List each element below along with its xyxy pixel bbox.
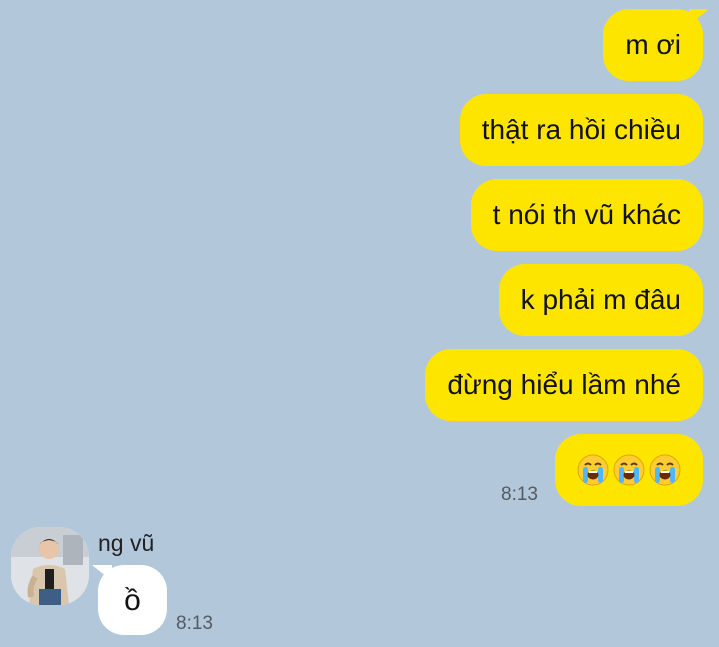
message-timestamp: 8:13: [501, 484, 538, 505]
outgoing-emoji-message[interactable]: [555, 434, 703, 506]
avatar-photo: [11, 527, 89, 605]
outgoing-message[interactable]: đừng hiểu lầm nhé: [425, 349, 703, 421]
message-timestamp: 8:13: [176, 613, 213, 634]
emoji-row: [577, 434, 681, 506]
loudly-crying-face-icon: [613, 454, 645, 486]
avatar[interactable]: [11, 527, 89, 605]
outgoing-message[interactable]: thật ra hồi chiều: [459, 94, 703, 166]
loudly-crying-face-icon: [577, 454, 609, 486]
incoming-message[interactable]: ồ: [98, 565, 167, 635]
sender-name: ng vũ: [98, 530, 155, 556]
outgoing-message[interactable]: m ơi: [603, 9, 703, 81]
chat-area: m ơi thật ra hồi chiều t nói th vũ khác …: [0, 0, 719, 647]
loudly-crying-face-icon: [649, 454, 681, 486]
outgoing-message[interactable]: t nói th vũ khác: [470, 179, 703, 251]
outgoing-message[interactable]: k phải m đâu: [498, 264, 703, 336]
